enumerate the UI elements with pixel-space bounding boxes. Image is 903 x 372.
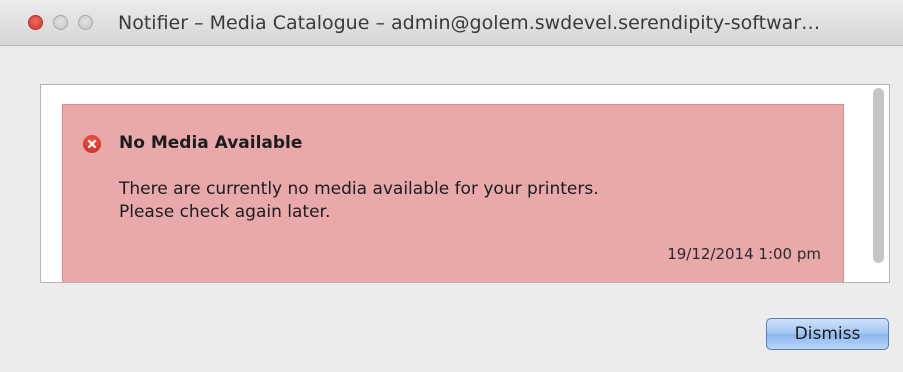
vertical-scrollbar[interactable] <box>873 88 884 263</box>
dismiss-button[interactable]: Dismiss <box>766 318 889 350</box>
minimize-window-button[interactable] <box>53 15 68 30</box>
error-icon <box>83 135 101 153</box>
notification-item[interactable]: No Media Available There are currently n… <box>62 104 844 282</box>
notification-message-line-2: Please check again later. <box>119 202 331 222</box>
notification-list[interactable]: No Media Available There are currently n… <box>40 84 890 283</box>
notification-message-line-1: There are currently no media available f… <box>119 179 599 199</box>
notifier-window: Notifier – Media Catalogue – admin@golem… <box>0 0 903 372</box>
notification-title: No Media Available <box>119 133 303 153</box>
title-bar[interactable]: Notifier – Media Catalogue – admin@golem… <box>0 0 903 46</box>
window-title: Notifier – Media Catalogue – admin@golem… <box>118 12 821 34</box>
close-window-button[interactable] <box>28 15 43 30</box>
zoom-window-button[interactable] <box>78 15 93 30</box>
notification-timestamp: 19/12/2014 1:00 pm <box>667 245 821 263</box>
